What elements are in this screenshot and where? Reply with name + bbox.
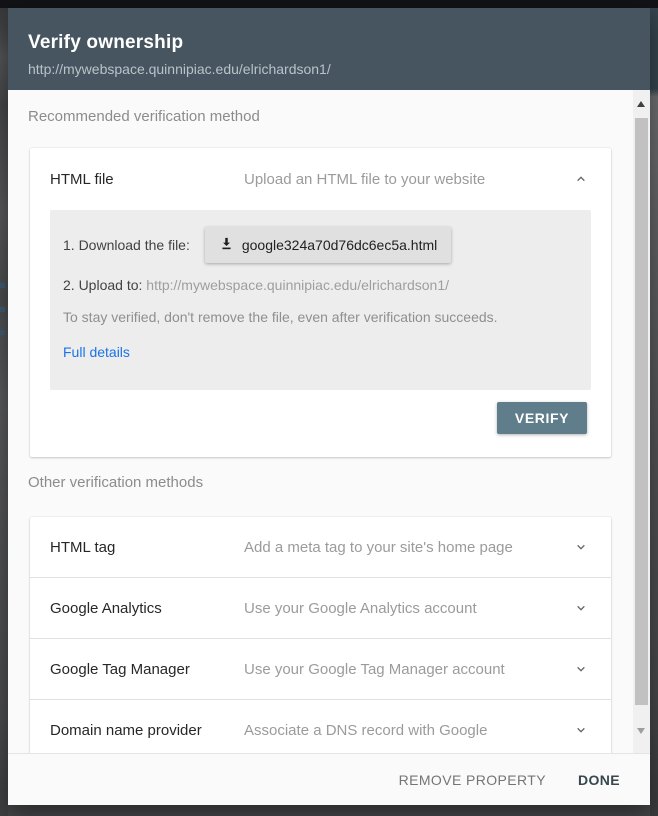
remove-property-button[interactable]: REMOVE PROPERTY xyxy=(397,764,548,796)
chevron-down-icon[interactable] xyxy=(573,539,589,555)
chevron-down-icon[interactable] xyxy=(573,722,589,738)
dialog-scrollbar[interactable] xyxy=(633,90,650,753)
download-file-name: google324a70d76dc6ec5a.html xyxy=(242,237,437,253)
method-description: Upload an HTML file to your website xyxy=(244,171,485,188)
method-name: Google Analytics xyxy=(50,600,162,617)
method-description: Use your Google Analytics account xyxy=(244,600,477,617)
method-name: Domain name provider xyxy=(50,722,202,739)
verify-ownership-dialog: Verify ownership http://mywebspace.quinn… xyxy=(8,8,650,805)
backdrop-left-strip xyxy=(0,8,8,816)
dialog-title: Verify ownership xyxy=(28,8,630,54)
method-row-google-analytics[interactable]: Google Analytics Use your Google Analyti… xyxy=(30,577,611,638)
chevron-down-icon[interactable] xyxy=(573,661,589,677)
verify-button[interactable]: VERIFY xyxy=(497,402,587,434)
backdrop-artifact xyxy=(0,307,5,312)
backdrop-top-band xyxy=(0,0,658,8)
dialog-header: Verify ownership http://mywebspace.quinn… xyxy=(8,8,650,90)
backdrop-artifact xyxy=(0,330,5,335)
backdrop-right-strip xyxy=(650,8,658,816)
stay-verified-note: To stay verified, don't remove the file,… xyxy=(63,309,578,325)
method-name: HTML tag xyxy=(50,539,115,556)
dialog-body: Recommended verification method HTML fil… xyxy=(8,90,650,753)
html-file-method-header[interactable]: HTML file Upload an HTML file to your we… xyxy=(30,148,611,210)
verification-instructions-box: 1. Download the file: google324a70d76dc6… xyxy=(50,210,591,390)
download-icon xyxy=(219,236,234,254)
method-description: Associate a DNS record with Google xyxy=(244,722,487,739)
method-name: HTML file xyxy=(50,171,114,188)
other-methods-card: HTML tag Add a meta tag to your site's h… xyxy=(30,517,611,753)
method-row-domain-name-provider[interactable]: Domain name provider Associate a DNS rec… xyxy=(30,699,611,753)
recommended-method-heading: Recommended verification method xyxy=(28,108,260,125)
scrollbar-thumb[interactable] xyxy=(635,118,648,705)
method-row-google-tag-manager[interactable]: Google Tag Manager Use your Google Tag M… xyxy=(30,638,611,699)
dialog-footer: REMOVE PROPERTY DONE xyxy=(8,753,650,805)
property-url: http://mywebspace.quinnipiac.edu/elricha… xyxy=(28,61,630,77)
method-description: Add a meta tag to your site's home page xyxy=(244,539,513,556)
chevron-down-icon[interactable] xyxy=(573,600,589,616)
download-file-button[interactable]: google324a70d76dc6ec5a.html xyxy=(205,227,451,263)
step2-upload-url: http://mywebspace.quinnipiac.edu/elricha… xyxy=(146,277,449,293)
scroll-arrow-up-icon[interactable] xyxy=(633,90,650,118)
full-details-link[interactable]: Full details xyxy=(63,344,130,360)
method-name: Google Tag Manager xyxy=(50,661,190,678)
method-description: Use your Google Tag Manager account xyxy=(244,661,505,678)
other-methods-heading: Other verification methods xyxy=(28,474,203,491)
done-button[interactable]: DONE xyxy=(576,764,622,796)
step1-label: 1. Download the file: xyxy=(63,237,190,253)
backdrop-artifact xyxy=(0,283,5,288)
step2-label: 2. Upload to: xyxy=(63,277,142,293)
html-file-method-card: HTML file Upload an HTML file to your we… xyxy=(30,148,611,457)
chevron-up-icon[interactable] xyxy=(573,171,589,187)
scroll-arrow-down-icon[interactable] xyxy=(633,717,650,745)
method-row-html-tag[interactable]: HTML tag Add a meta tag to your site's h… xyxy=(30,517,611,577)
